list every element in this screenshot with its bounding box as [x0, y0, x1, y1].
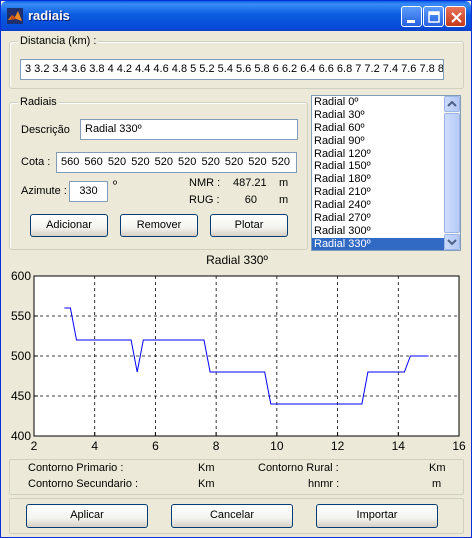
close-icon [451, 12, 462, 23]
x-tick-label: 2 [31, 439, 38, 453]
window-title: radiais [28, 8, 70, 23]
contorno-info-panel: Contorno Primario : Km Contorno Rural : … [9, 459, 464, 495]
radial-list-item[interactable]: Radial 0º [312, 96, 444, 109]
x-tick-label: 8 [213, 439, 220, 453]
rug-label: RUG : [189, 194, 220, 206]
contorno-secundario-label: Contorno Secundario : [28, 478, 139, 490]
profile-chart: 2 4 6 8 10 12 14 16 400 450 500 550 600 [11, 269, 466, 453]
y-tick-label: 550 [11, 309, 31, 323]
x-tick-label: 16 [452, 439, 466, 453]
chevron-up-icon [447, 100, 457, 107]
distancia-input[interactable]: 3 3.2 3.4 3.6 3.8 4 4.2 4.4 4.6 4.8 5 5.… [20, 59, 444, 80]
contorno-rural-unit: Km [429, 462, 446, 474]
hnmr-unit: m [432, 478, 442, 490]
aplicar-button[interactable]: Aplicar [26, 504, 148, 528]
remover-button[interactable]: Remover [120, 214, 198, 237]
radial-list-item[interactable]: Radial 90º [312, 135, 444, 148]
nmr-value: 487.21 [233, 177, 267, 189]
y-tick-label: 500 [11, 349, 31, 363]
azimute-input[interactable]: 330 [69, 181, 108, 202]
chart-title: Radial 330º [206, 253, 268, 267]
rug-value: 60 [244, 194, 257, 206]
y-tick-label: 450 [11, 389, 31, 403]
hnmr-label: hnmr : [308, 478, 340, 490]
radial-list-item[interactable]: Radial 300º [312, 225, 444, 238]
x-tick-label: 4 [91, 439, 98, 453]
x-tick-label: 14 [392, 439, 406, 453]
importar-button[interactable]: Importar [316, 504, 438, 528]
close-button[interactable] [445, 6, 466, 27]
contorno-primario-label: Contorno Primario : [28, 462, 124, 474]
maximize-button[interactable] [423, 6, 444, 27]
maximize-icon [428, 11, 440, 23]
cancelar-button[interactable]: Cancelar [171, 504, 293, 528]
radial-list-item[interactable]: Radial 30º [312, 109, 444, 122]
minimize-button[interactable] [401, 6, 422, 27]
radial-list-item[interactable]: Radial 240º [312, 199, 444, 212]
title-bar[interactable]: radiais [1, 1, 471, 31]
chevron-down-icon [447, 239, 457, 246]
y-tick-label: 600 [11, 269, 31, 283]
radiais-legend: Radiais [18, 96, 59, 109]
plotar-button[interactable]: Plotar [210, 214, 288, 237]
rug-unit: m [279, 194, 289, 206]
radial-list-item[interactable]: Radial 180º [312, 173, 444, 186]
radial-list-item[interactable]: Radial 60º [312, 122, 444, 135]
contorno-rural-label: Contorno Rural : [258, 462, 339, 474]
x-tick-label: 10 [270, 439, 284, 453]
radial-listbox[interactable]: Radial 0º Radial 30º Radial 60º Radial 90º R… [311, 95, 461, 251]
x-tick-label: 12 [331, 439, 345, 453]
radiais-window: radiais Distancia (km) : 3 3.2 3.4 3.6 3… [0, 0, 472, 538]
distancia-legend: Distancia (km) : [18, 35, 99, 48]
descricao-input[interactable]: Radial 330º [80, 119, 298, 140]
listbox-scrollbar[interactable] [444, 96, 460, 250]
adicionar-button[interactable]: Adicionar [30, 214, 108, 237]
azimute-label: Azimute : [21, 185, 67, 197]
y-tick-label: 400 [11, 429, 31, 443]
radial-list-item[interactable]: Radial 120º [312, 148, 444, 161]
nmr-unit: m [279, 177, 289, 189]
azimute-unit: º [113, 179, 118, 191]
radial-list-item[interactable]: Radial 150º [312, 160, 444, 173]
minimize-icon [407, 20, 415, 23]
cota-input[interactable]: 560 560 520 520 520 520 520 520 520 520 [56, 152, 297, 173]
x-tick-label: 6 [152, 439, 159, 453]
radial-list-item[interactable]: Radial 210º [312, 186, 444, 199]
radial-list-item[interactable]: Radial 330º [312, 237, 444, 250]
matlab-icon [7, 8, 23, 24]
radial-list-items: Radial 0º Radial 30º Radial 60º Radial 90º R… [312, 96, 444, 250]
scroll-up-button[interactable] [444, 96, 460, 112]
radial-list-item[interactable]: Radial 270º [312, 212, 444, 225]
descricao-label: Descrição [21, 124, 70, 136]
contorno-primario-unit: Km [198, 462, 215, 474]
scroll-thumb[interactable] [444, 113, 460, 233]
cota-label: Cota : [21, 156, 51, 168]
scroll-down-button[interactable] [444, 234, 460, 250]
contorno-secundario-unit: Km [198, 478, 215, 490]
nmr-label: NMR : [189, 177, 221, 189]
